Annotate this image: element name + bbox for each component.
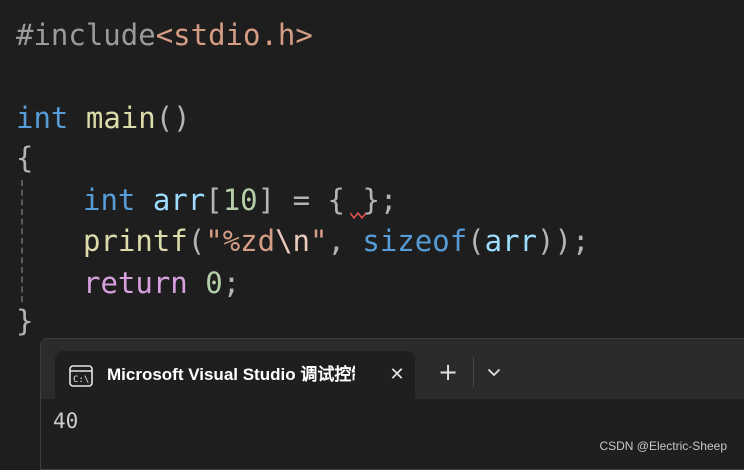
- brace-open: {: [16, 141, 34, 175]
- init-brace-open: {: [327, 183, 345, 217]
- code-line-main: int main(): [16, 98, 191, 138]
- preprocessor-directive: #include: [16, 18, 156, 52]
- code-line-include: #include<stdio.h>: [16, 15, 313, 55]
- tab-divider: [473, 357, 474, 387]
- semicolon: ;: [571, 224, 590, 258]
- paren-close: )): [537, 224, 572, 258]
- keyword-return: return: [83, 266, 188, 300]
- keyword-sizeof: sizeof: [362, 224, 468, 258]
- brace-close: }: [16, 304, 34, 338]
- svg-text:C:\: C:\: [73, 375, 89, 385]
- variable-arr: arr: [484, 224, 538, 258]
- console-output: 40: [53, 409, 79, 433]
- include-header: <stdio.h>: [155, 18, 313, 52]
- new-tab-button[interactable]: +: [435, 359, 461, 385]
- semicolon: ;: [222, 266, 241, 300]
- keyword-int: int: [83, 183, 136, 217]
- format-string: "%zd: [205, 224, 276, 258]
- terminal-tab-title: Microsoft Visual Studio 调试控制台: [107, 365, 355, 384]
- assign-op: =: [275, 183, 328, 217]
- console-icon: C:\: [69, 365, 93, 387]
- variable-arr: arr: [152, 183, 206, 217]
- comma: ,: [327, 224, 363, 258]
- array-size: 10: [222, 183, 258, 217]
- code-line-return: return 0;: [83, 263, 240, 303]
- code-line-brace-close: }: [16, 301, 33, 341]
- bracket-close: ]: [257, 183, 276, 217]
- return-value: 0: [205, 266, 223, 300]
- paren-open: (: [467, 224, 485, 258]
- paren-open: (: [187, 224, 206, 258]
- chevron-down-icon[interactable]: [483, 361, 505, 383]
- indent-guide: [21, 180, 23, 302]
- code-line-brace-open: {: [16, 138, 33, 178]
- terminal-tab[interactable]: C:\ Microsoft Visual Studio 调试控制台 ✕: [55, 351, 415, 399]
- terminal-tab-bar: C:\ Microsoft Visual Studio 调试控制台 ✕ +: [41, 339, 744, 399]
- error-squiggle: [350, 212, 366, 220]
- bracket-open: [: [205, 183, 223, 217]
- watermark: CSDN @Electric-Sheep: [599, 439, 727, 453]
- code-line-printf: printf("%zd\n", sizeof(arr));: [83, 221, 589, 261]
- main-parens: (): [155, 101, 191, 135]
- close-tab-button[interactable]: ✕: [385, 363, 409, 387]
- function-printf: printf: [83, 224, 188, 258]
- escape-newline: \n: [275, 224, 310, 258]
- function-main: main: [85, 101, 156, 135]
- string-end: ": [310, 224, 328, 258]
- keyword-int: int: [16, 101, 69, 135]
- semicolon: ;: [379, 183, 398, 217]
